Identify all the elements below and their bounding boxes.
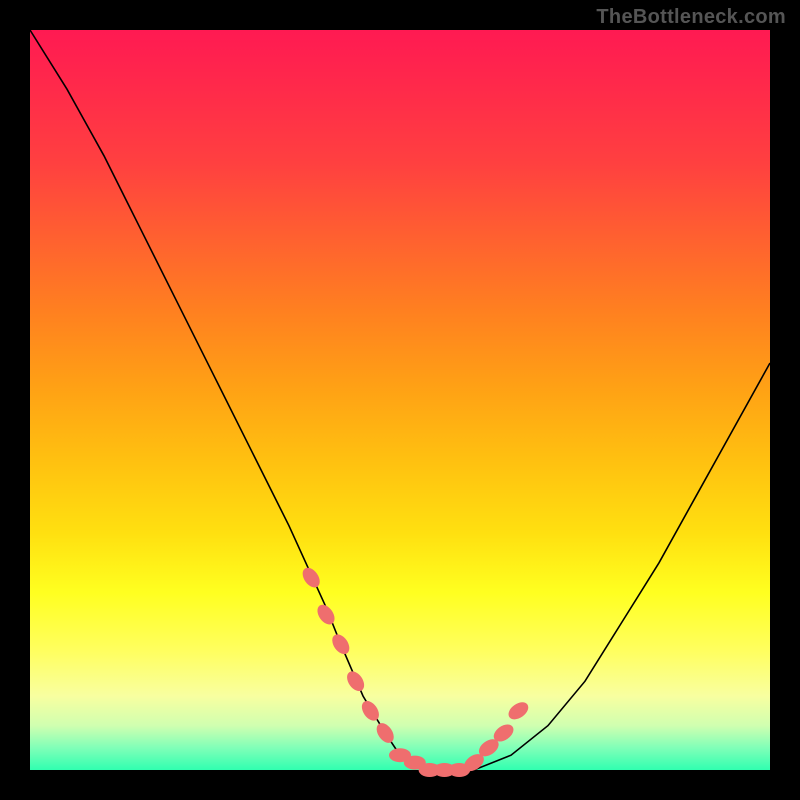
highlight-dot bbox=[299, 565, 323, 591]
watermark-text: TheBottleneck.com bbox=[596, 6, 786, 29]
highlight-dot bbox=[373, 720, 397, 746]
highlight-dot bbox=[505, 699, 531, 723]
highlight-dot bbox=[358, 698, 382, 724]
highlight-dot bbox=[329, 631, 353, 657]
plot-area bbox=[30, 30, 770, 770]
chart-svg bbox=[30, 30, 770, 770]
highlight-dot bbox=[344, 668, 368, 694]
main-curve bbox=[30, 30, 770, 770]
highlight-dots bbox=[299, 565, 531, 777]
